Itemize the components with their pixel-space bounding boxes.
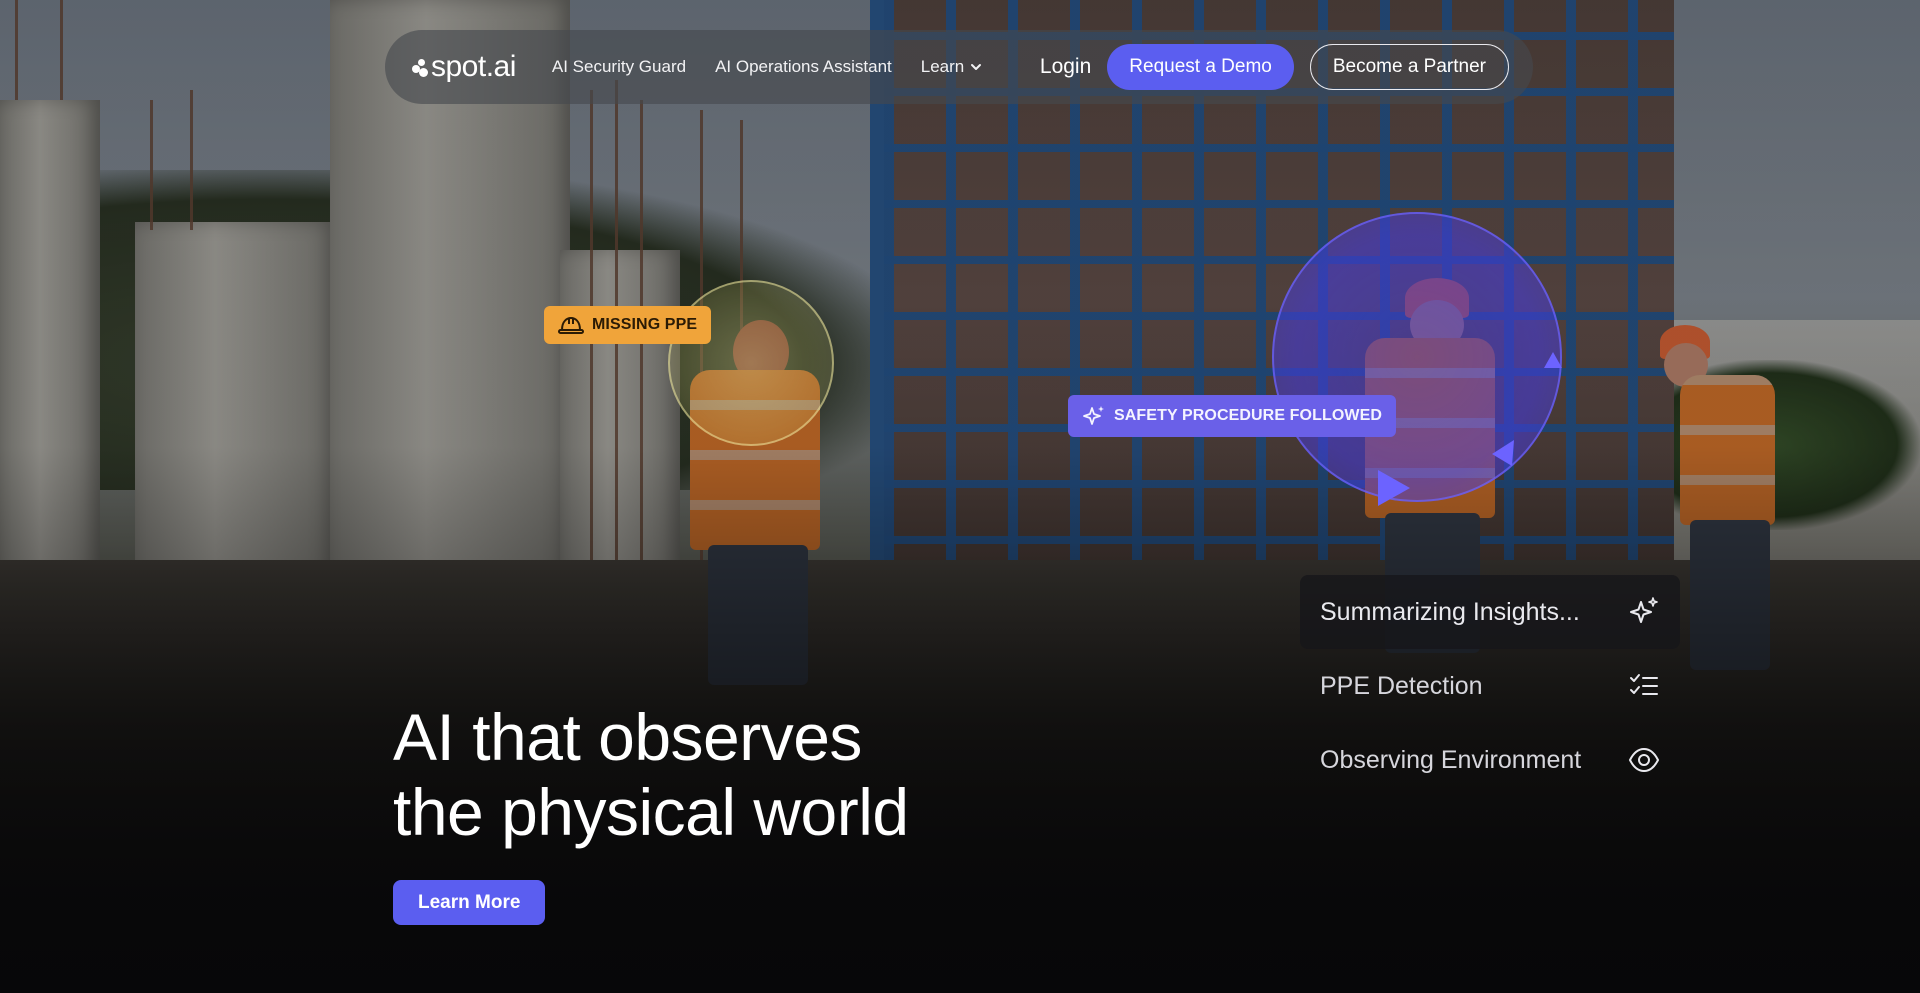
status-label: Observing Environment (1320, 745, 1582, 774)
detection-ring-safety (1272, 212, 1562, 502)
hero-title: AI that observes the physical world (393, 700, 909, 850)
hero-title-line-1: AI that observes (393, 700, 862, 774)
nav-link-ai-security-guard[interactable]: AI Security Guard (552, 57, 686, 77)
eye-icon (1628, 747, 1660, 773)
hero-title-line-2: the physical world (393, 775, 909, 849)
nav-link-learn[interactable]: Learn (921, 57, 982, 77)
become-partner-button[interactable]: Become a Partner (1309, 44, 1509, 90)
learn-label: Learn (920, 57, 965, 76)
status-label: Summarizing Insights... (1320, 597, 1580, 626)
safety-procedure-tag: SAFETY PROCEDURE FOLLOWED (1068, 395, 1396, 437)
learn-more-button[interactable]: Learn More (393, 880, 546, 925)
missing-ppe-tag: MISSING PPE (544, 306, 712, 344)
spot-ai-logo[interactable]: spot.ai (411, 50, 516, 84)
dark-gradient-overlay (0, 0, 1920, 993)
status-item-summarizing: Summarizing Insights... (1300, 575, 1680, 649)
hard-hat-icon (558, 316, 584, 334)
request-demo-button[interactable]: Request a Demo (1107, 44, 1294, 90)
sparkle-icon (1083, 406, 1104, 425)
nav-link-ai-operations-assistant[interactable]: AI Operations Assistant (715, 57, 892, 77)
ring-arrow-icon (1544, 352, 1562, 368)
status-item-observing: Observing Environment (1300, 723, 1680, 797)
logo-text: spot.ai (431, 50, 516, 83)
ai-status-panel: Summarizing Insights... PPE Detection Ob… (1300, 575, 1680, 797)
hero-background-video (0, 0, 1920, 993)
status-label: PPE Detection (1320, 671, 1483, 700)
checklist-icon (1630, 674, 1658, 695)
ring-arrow-icon (1492, 440, 1514, 466)
status-item-ppe-detection: PPE Detection (1300, 649, 1680, 723)
chevron-down-icon (971, 64, 982, 70)
hero-section: AI that observes the physical world Lear… (393, 700, 909, 925)
login-link[interactable]: Login (1040, 55, 1091, 79)
sparkle-icon (1630, 597, 1658, 623)
page: MISSING PPE SAFETY PROCEDURE FOLLOWED Su… (0, 0, 1920, 993)
play-arrow-icon (1378, 470, 1410, 506)
missing-ppe-label: MISSING PPE (592, 316, 698, 333)
detection-ring-missing-ppe (668, 280, 834, 446)
top-nav: spot.ai AI Security Guard AI Operations … (385, 30, 1533, 104)
logo-icon (411, 57, 429, 77)
safety-procedure-label: SAFETY PROCEDURE FOLLOWED (1114, 407, 1382, 424)
